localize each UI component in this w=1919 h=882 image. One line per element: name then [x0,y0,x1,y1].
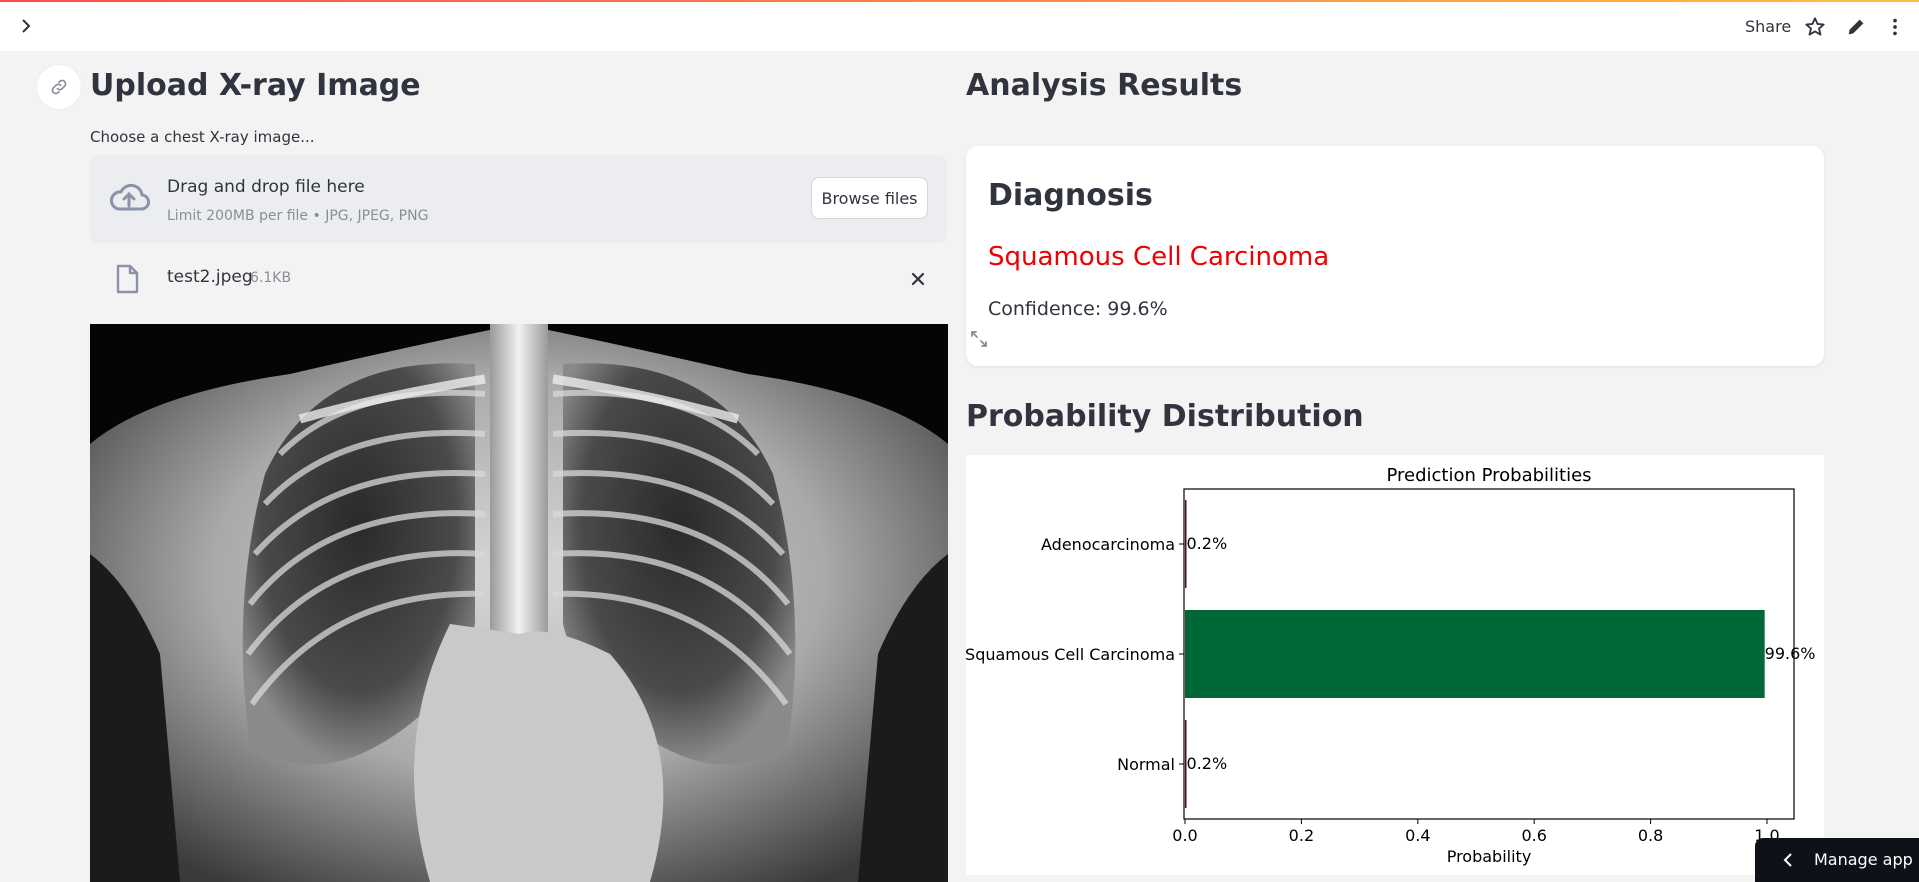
share-button[interactable]: Share [1745,17,1791,36]
chart-x-tick-label: 0.6 [1521,826,1546,845]
file-uploader-label: Choose a chest X-ray image... [90,128,315,146]
file-dropzone[interactable]: Drag and drop file here Limit 200MB per … [90,155,947,243]
chart-x-tick-label: 0.0 [1172,826,1197,845]
close-icon[interactable] [908,269,928,289]
pencil-icon[interactable] [1845,16,1867,38]
manage-app-label: Manage app [1814,850,1913,869]
chart-data-label: 99.6% [1765,644,1816,663]
diagnosis-card: Diagnosis Squamous Cell Carcinoma Confid… [966,146,1824,366]
chart-xlabel: Probability [1447,847,1532,866]
chevron-right-icon[interactable] [16,16,36,36]
chart-title: Prediction Probabilities [1386,465,1591,486]
chart-y-tick-label: Normal [1117,755,1175,774]
uploaded-file-size: 6.1KB [250,270,292,286]
dropzone-limit-text: Limit 200MB per file • JPG, JPEG, PNG [167,208,429,224]
app-header: Share [0,2,1919,51]
chart-y-tick-label: Squamous Cell Carcinoma [966,645,1175,664]
dropzone-title: Drag and drop file here [167,177,365,197]
analysis-section-title: Analysis Results [966,68,1243,103]
chart-y-tick-label: Adenocarcinoma [1041,535,1175,554]
cloud-upload-icon [108,180,150,218]
chevron-left-icon [1781,852,1795,872]
diagnosis-title: Diagnosis [988,178,1153,213]
chart-bar [1185,610,1765,698]
chart-data-label: 0.2% [1187,754,1228,773]
fullscreen-expand-icon[interactable] [969,329,989,353]
confidence-text: Confidence: 99.6% [988,298,1168,320]
uploaded-file-name: test2.jpeg [167,267,253,287]
manage-app-button[interactable]: Manage app [1755,838,1919,882]
star-icon[interactable] [1804,16,1826,38]
more-vertical-icon[interactable] [1884,16,1906,38]
probability-section-title: Probability Distribution [966,399,1364,434]
uploaded-file-row: test2.jpeg 6.1KB [90,255,947,303]
anchor-link-button[interactable] [37,65,81,109]
chart-x-tick-label: 0.8 [1638,826,1663,845]
xray-image [90,324,948,882]
chart-data-label: 0.2% [1187,534,1228,553]
probability-chart: Prediction Probabilities Probability Ade… [965,455,1824,875]
chart-x-tick-label: 0.2 [1289,826,1314,845]
diagnosis-value: Squamous Cell Carcinoma [988,242,1330,272]
upload-section-title: Upload X-ray Image [90,68,421,103]
browse-files-button[interactable]: Browse files [811,177,928,219]
chart-x-tick-label: 0.4 [1405,826,1430,845]
file-icon [114,264,140,298]
